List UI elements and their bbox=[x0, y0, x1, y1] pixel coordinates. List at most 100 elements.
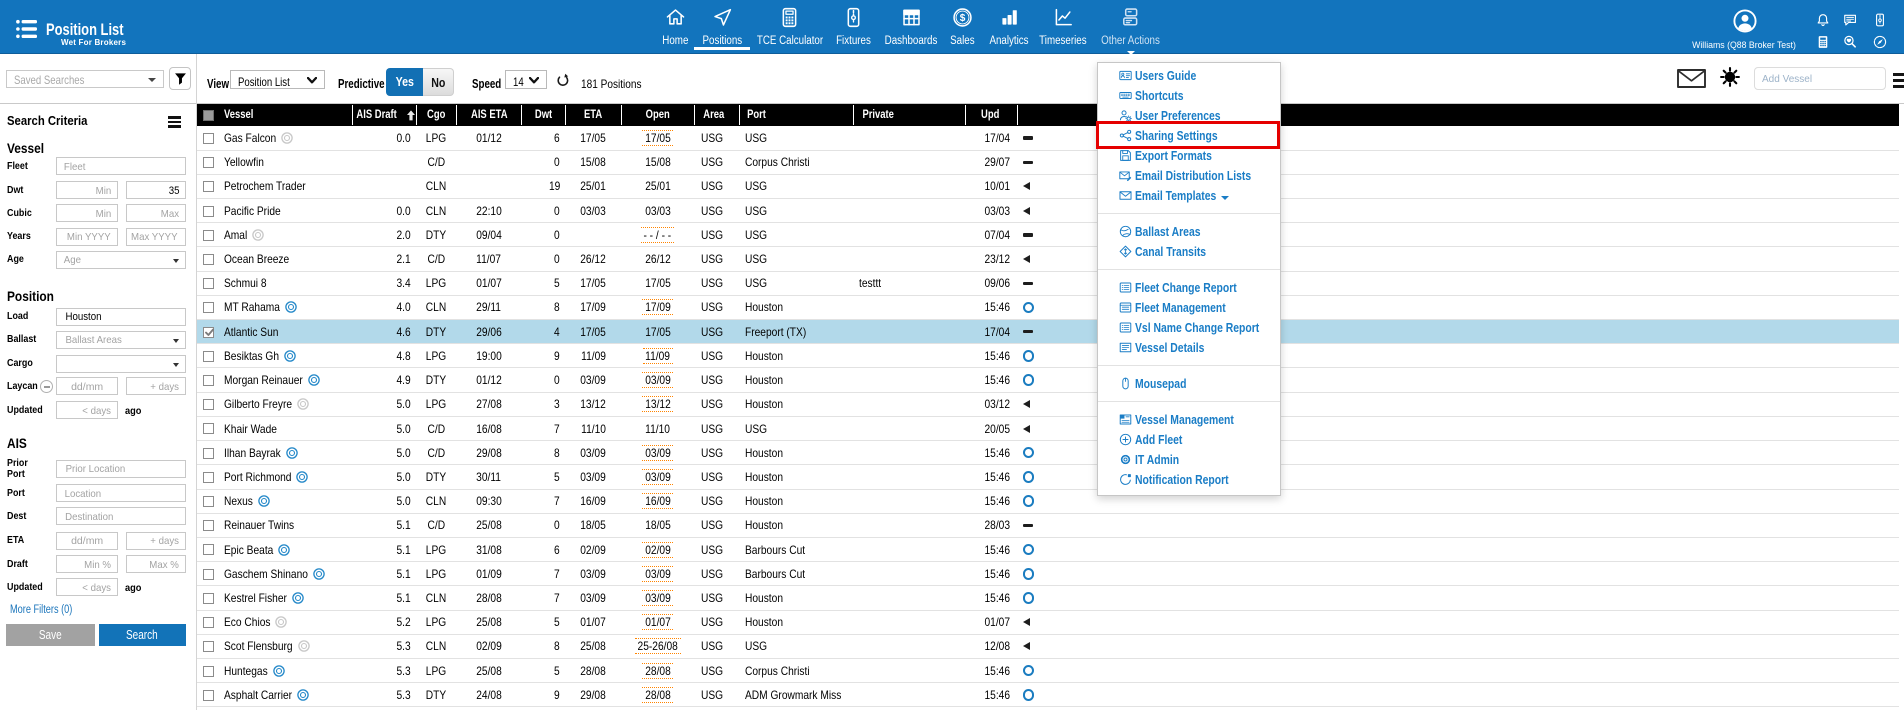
input-updated--days[interactable]: < days bbox=[56, 401, 119, 420]
speed-select[interactable]: 14 bbox=[505, 70, 547, 89]
vessel-search-icon[interactable] bbox=[1843, 35, 1857, 49]
vessel-name[interactable]: Petrochem Trader bbox=[224, 179, 306, 193]
menu-item-fleet-change-report[interactable]: Fleet Change Report bbox=[1098, 277, 1280, 297]
row-checkbox[interactable] bbox=[203, 496, 214, 508]
row-checkbox[interactable] bbox=[203, 617, 214, 629]
vessel-name[interactable]: Amal bbox=[224, 228, 247, 242]
sun-icon[interactable] bbox=[1720, 67, 1740, 87]
select-ballast-ballast-areas[interactable]: Ballast Areas bbox=[56, 330, 186, 349]
compass-icon[interactable] bbox=[1873, 35, 1887, 49]
vessel-name[interactable]: MT Rahama bbox=[224, 300, 280, 314]
position-status-circle-icon[interactable] bbox=[1022, 592, 1035, 604]
vessel-name[interactable]: Gaschem Shinano bbox=[224, 567, 308, 581]
input-laycan--days[interactable]: + days bbox=[126, 377, 186, 396]
column-header-upd[interactable]: Upd bbox=[965, 104, 1017, 126]
predictive-no-button[interactable]: No bbox=[423, 67, 454, 96]
row-checkbox[interactable] bbox=[203, 350, 214, 362]
input-eta--days[interactable]: + days bbox=[126, 531, 186, 550]
column-header-port[interactable]: Port bbox=[739, 104, 853, 126]
vessel-name[interactable]: Kestrel Fisher bbox=[224, 591, 287, 605]
position-status-circle-icon[interactable] bbox=[1022, 495, 1035, 507]
column-header-ais-draft[interactable]: AIS Draft bbox=[352, 104, 416, 126]
table-row-huntegas[interactable]: Huntegas 5.3 LPG 25/08 5 28/08 28/08 USG Corpus … bbox=[197, 659, 1899, 684]
vessel-name[interactable]: Khair Wade bbox=[224, 422, 277, 436]
row-checkbox[interactable] bbox=[203, 375, 214, 386]
input-cubic-min[interactable]: Min bbox=[56, 204, 119, 222]
menu-item-canal-transits[interactable]: Canal Transits bbox=[1098, 241, 1280, 261]
input-dest-destination[interactable]: Destination bbox=[56, 507, 186, 525]
position-status-circle-icon[interactable] bbox=[1022, 301, 1035, 314]
row-checkbox[interactable] bbox=[203, 302, 214, 314]
row-checkbox[interactable] bbox=[203, 471, 214, 483]
table-row-gaschem-shinano[interactable]: Gaschem Shinano 5.1 LPG 01/09 7 03/09 03/09 USG… bbox=[197, 562, 1899, 587]
table-row-besiktas-gh[interactable]: Besiktas Gh 4.8 LPG 19:00 9 11/09 11/09 USG Hous… bbox=[197, 344, 1899, 369]
select-all-checkbox[interactable] bbox=[203, 110, 214, 121]
table-row-kestrel-fisher[interactable]: Kestrel Fisher 5.1 CLN 28/08 7 03/09 03/09 USG H… bbox=[197, 586, 1899, 611]
vessel-name[interactable]: Schmui 8 bbox=[224, 276, 267, 290]
row-checkbox[interactable] bbox=[203, 544, 214, 556]
vessel-name[interactable]: Eco Chios bbox=[224, 615, 270, 629]
row-checkbox[interactable] bbox=[203, 641, 214, 653]
input-laycan-dd-mm[interactable]: dd/mm bbox=[56, 377, 119, 396]
vessel-name[interactable]: Yellowfin bbox=[224, 155, 264, 169]
position-status-circle-icon[interactable] bbox=[1022, 689, 1035, 701]
vessel-name[interactable]: Huntegas bbox=[224, 664, 268, 678]
table-row-reinauer-twins[interactable]: Reinauer Twins 5.1 C/D 25/08 0 18/05 18/05 USG H… bbox=[197, 513, 1899, 538]
table-row-yellowfin[interactable]: Yellowfin C/D 0 15/08 15/08 USG Corpus Christi… bbox=[197, 150, 1899, 175]
table-row-atlantic-sun[interactable]: Atlantic Sun 4.6 DTY 29/06 4 17/05 17/05 USG Fre… bbox=[197, 320, 1899, 345]
table-row-morgan-reinauer[interactable]: Morgan Reinauer 4.9 DTY 01/12 0 03/09 03/09 USG… bbox=[197, 368, 1899, 393]
column-header-vessel[interactable]: Vessel bbox=[224, 104, 352, 126]
position-status-circle-icon[interactable] bbox=[1022, 543, 1035, 556]
menu-item-vessel-details[interactable]: Vessel Details bbox=[1098, 337, 1280, 357]
zip-icon[interactable] bbox=[1873, 13, 1887, 27]
vessel-name[interactable]: Atlantic Sun bbox=[224, 325, 278, 339]
user-avatar[interactable] bbox=[1733, 9, 1757, 33]
vessel-name[interactable]: Nexus bbox=[224, 494, 253, 508]
menu-item-fleet-management[interactable]: Fleet Management bbox=[1098, 297, 1280, 317]
table-row-mt-rahama[interactable]: MT Rahama 4.0 CLN 29/11 8 17/09 17/09 USG Housto… bbox=[197, 295, 1899, 321]
save-button[interactable]: Save bbox=[6, 624, 95, 646]
saved-searches-select[interactable]: Saved Searches bbox=[6, 70, 164, 88]
vessel-name[interactable]: Morgan Reinauer bbox=[224, 373, 303, 387]
input-years-min-yyyy[interactable]: Min YYYY bbox=[56, 227, 119, 246]
row-checkbox[interactable] bbox=[203, 181, 214, 193]
column-header-private[interactable]: Private bbox=[853, 104, 965, 126]
menu-item-mousepad[interactable]: Mousepad bbox=[1098, 373, 1280, 393]
more-filters-link[interactable]: More Filters (0) bbox=[10, 604, 88, 616]
row-checkbox[interactable] bbox=[203, 665, 214, 677]
row-checkbox[interactable] bbox=[203, 229, 214, 241]
vessel-name[interactable]: Asphalt Carrier bbox=[224, 688, 292, 702]
column-header-area[interactable]: Area bbox=[694, 104, 739, 126]
refresh-icon[interactable] bbox=[556, 73, 570, 87]
position-status-circle-icon[interactable] bbox=[1022, 471, 1035, 483]
input-load[interactable]: Houston bbox=[56, 307, 186, 326]
user-name[interactable]: Williams (Q88 Broker Test) bbox=[1688, 40, 1801, 51]
vessel-name[interactable]: Ilhan Bayrak bbox=[224, 446, 281, 460]
table-row-epic-beata[interactable]: Epic Beata 5.1 LPG 31/08 6 02/09 02/09 USG Barbo… bbox=[197, 537, 1899, 563]
position-status-circle-icon[interactable] bbox=[1022, 568, 1035, 580]
vessel-name[interactable]: Port Richmond bbox=[224, 470, 291, 484]
column-header-dwt[interactable]: Dwt bbox=[521, 104, 565, 126]
column-header-open[interactable]: Open bbox=[621, 104, 694, 126]
row-checkbox[interactable] bbox=[203, 157, 214, 169]
toolbar-menu-icon[interactable] bbox=[1893, 73, 1904, 89]
search-button[interactable]: Search bbox=[98, 624, 186, 646]
filter-button[interactable] bbox=[169, 67, 191, 90]
input-draft-max-[interactable]: Max % bbox=[126, 555, 186, 574]
table-row-schmui-8[interactable]: Schmui 8 3.4 LPG 01/07 5 17/05 17/05 USG USG test… bbox=[197, 271, 1899, 296]
vessel-name[interactable]: Gas Falcon bbox=[224, 131, 276, 145]
input-cubic-max[interactable]: Max bbox=[126, 204, 186, 222]
table-row-asphalt-carrier[interactable]: Asphalt Carrier 5.3 DTY 24/08 9 29/08 28/08 USG… bbox=[197, 683, 1899, 708]
menu-item-it-admin[interactable]: IT Admin bbox=[1098, 449, 1280, 469]
input-updated--days[interactable]: < days bbox=[56, 578, 119, 596]
position-status-circle-icon[interactable] bbox=[1022, 350, 1035, 362]
select-age-age[interactable]: Age bbox=[56, 250, 186, 269]
menu-item-email-templates[interactable]: Email Templates bbox=[1098, 185, 1280, 205]
column-header-cgo[interactable]: Cgo bbox=[416, 104, 456, 126]
menu-item-users-guide[interactable]: Users Guide bbox=[1098, 65, 1280, 85]
menu-item-email-distribution-lists[interactable]: Email Distribution Lists bbox=[1098, 165, 1280, 185]
row-checkbox[interactable] bbox=[203, 278, 214, 290]
add-vessel-input[interactable]: Add Vessel bbox=[1754, 67, 1886, 90]
table-row-ilhan-bayrak[interactable]: Ilhan Bayrak 5.0 C/D 29/08 8 03/09 03/09 USG Hou… bbox=[197, 441, 1899, 466]
row-checkbox[interactable] bbox=[203, 447, 214, 459]
